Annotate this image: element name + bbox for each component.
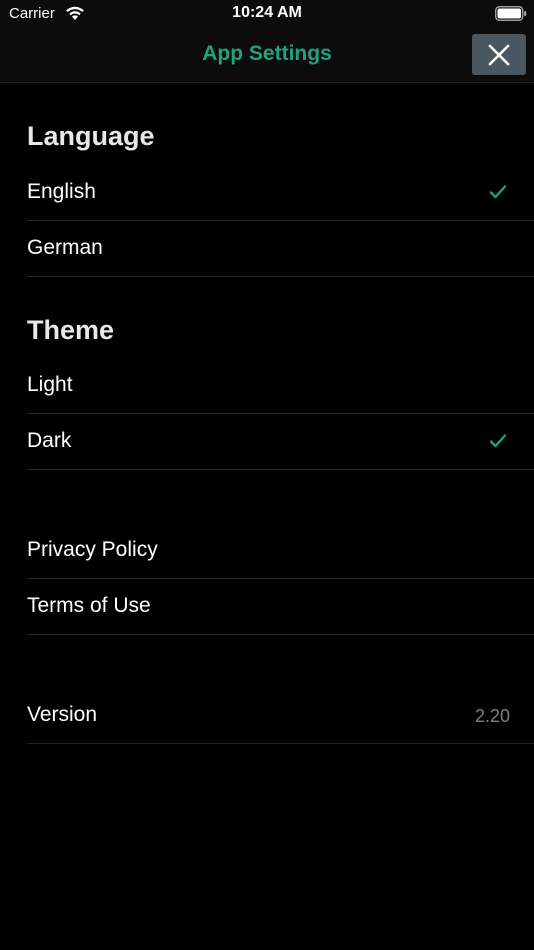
- version-label: Version: [27, 703, 98, 726]
- privacy-policy-row[interactable]: Privacy Policy: [27, 522, 534, 579]
- settings-screen: Carrier 10:24 AM App Settings Language E…: [0, 0, 534, 950]
- theme-option-dark[interactable]: Dark: [27, 413, 534, 470]
- language-option-english[interactable]: English: [27, 164, 534, 221]
- terms-of-use-label: Terms of Use: [27, 594, 151, 617]
- status-bar: Carrier 10:24 AM: [0, 0, 534, 28]
- checkmark-icon: [489, 185, 507, 199]
- version-row: Version 2.20: [27, 687, 534, 744]
- checkmark-icon: [489, 434, 507, 448]
- battery-full-icon: [495, 6, 527, 21]
- close-icon: [488, 44, 510, 65]
- language-section-header: Language: [27, 121, 155, 151]
- theme-section-header: Theme: [27, 315, 115, 345]
- privacy-policy-label: Privacy Policy: [27, 538, 158, 561]
- terms-of-use-row[interactable]: Terms of Use: [27, 578, 534, 635]
- language-option-german[interactable]: German: [27, 220, 534, 277]
- language-option-label: German: [27, 236, 103, 259]
- navigation-bar: App Settings: [0, 28, 534, 83]
- clock: 10:24 AM: [232, 4, 302, 21]
- language-option-label: English: [27, 180, 96, 203]
- theme-option-label: Light: [27, 373, 73, 396]
- page-title: App Settings: [202, 42, 332, 65]
- close-button[interactable]: [472, 34, 526, 75]
- theme-option-label: Dark: [27, 429, 72, 452]
- theme-option-light[interactable]: Light: [27, 357, 534, 414]
- version-value: 2.20: [474, 706, 510, 726]
